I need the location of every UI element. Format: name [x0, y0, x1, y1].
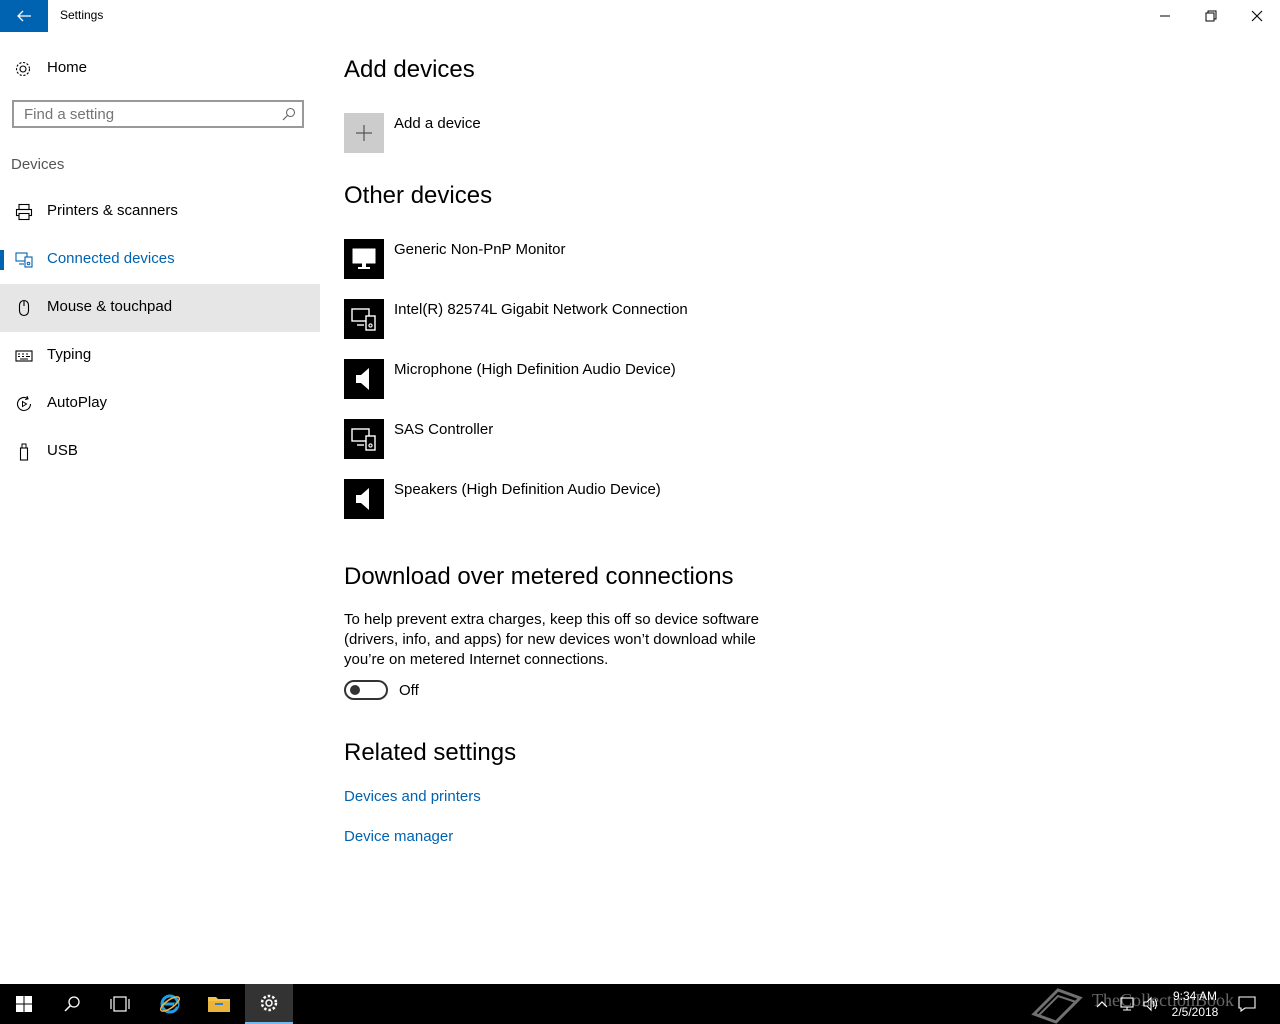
internet-explorer-button[interactable]: [146, 984, 194, 1024]
metered-description: To help prevent extra charges, keep this…: [344, 611, 759, 668]
back-button[interactable]: [0, 0, 48, 32]
usb-icon: [19, 443, 29, 461]
sidebar-item-connected-devices[interactable]: Connected devices: [0, 236, 320, 284]
windows-icon: [16, 996, 32, 1012]
mouse-icon: [18, 299, 30, 317]
gear-icon: [260, 994, 278, 1012]
device-item[interactable]: Intel(R) 82574L Gigabit Network Connecti…: [344, 299, 944, 339]
search-taskbar-button[interactable]: [48, 984, 96, 1024]
metered-toggle[interactable]: [344, 680, 388, 700]
add-devices-heading: Add devices: [344, 56, 475, 83]
device-tile: [344, 479, 384, 519]
minimize-button[interactable]: [1142, 0, 1188, 32]
task-view-button[interactable]: [96, 984, 144, 1024]
device-item[interactable]: Generic Non-PnP Monitor: [344, 239, 944, 279]
taskbar: TheCollectionBook 9:34 AM 2/5/2018: [0, 984, 1280, 1024]
search-icon[interactable]: [282, 107, 296, 121]
restore-button[interactable]: [1188, 0, 1234, 32]
title-bar: Settings: [0, 0, 1280, 32]
window-title: Settings: [60, 8, 104, 22]
add-device-button[interactable]: [344, 113, 384, 153]
section-label: Devices: [11, 156, 65, 173]
restore-icon: [1205, 10, 1217, 22]
selection-indicator: [0, 250, 4, 270]
printer-icon: [15, 203, 33, 221]
gear-icon: [15, 61, 31, 77]
sidebar-item-autoplay[interactable]: AutoPlay: [0, 380, 320, 428]
home-label: Home: [47, 59, 88, 76]
sidebar-item-usb[interactable]: USB: [0, 428, 320, 476]
device-name: Intel(R) 82574L Gigabit Network Connecti…: [394, 301, 688, 318]
clock-date: 2/5/2018: [1171, 1005, 1219, 1019]
volume-tray-button[interactable]: [1140, 984, 1162, 1024]
device-tile: [344, 239, 384, 279]
sidebar: Home Devices Printers & scanners Connect…: [0, 32, 320, 984]
device-tile: [344, 419, 384, 459]
add-device-label[interactable]: Add a device: [394, 115, 481, 132]
sidebar-item-printers-scanners[interactable]: Printers & scanners: [0, 188, 320, 236]
device-name: Speakers (High Definition Audio Device): [394, 481, 661, 498]
file-explorer-button[interactable]: [195, 984, 243, 1024]
search-box[interactable]: [12, 100, 304, 128]
clock[interactable]: 9:34 AM 2/5/2018: [1160, 988, 1230, 1020]
sidebar-item-typing[interactable]: Typing: [0, 332, 320, 380]
sidebar-item-label: AutoPlay: [47, 394, 108, 411]
search-icon: [64, 996, 80, 1012]
minimize-icon: [1160, 15, 1170, 17]
device-item[interactable]: Speakers (High Definition Audio Device): [344, 479, 944, 519]
toggle-state-label: Off: [399, 682, 419, 699]
search-input[interactable]: [14, 102, 284, 126]
sidebar-item-label: Mouse & touchpad: [47, 298, 173, 315]
device-name: SAS Controller: [394, 421, 494, 438]
internet-explorer-icon: [159, 994, 181, 1014]
home-nav-item[interactable]: Home: [0, 52, 320, 84]
keyboard-icon: [15, 350, 33, 362]
sidebar-item-mouse-touchpad[interactable]: Mouse & touchpad: [0, 284, 320, 332]
close-button[interactable]: [1234, 0, 1280, 32]
task-view-icon: [110, 996, 130, 1012]
action-center-button[interactable]: [1234, 984, 1260, 1024]
other-devices-heading: Other devices: [344, 182, 493, 209]
sidebar-item-label: Typing: [47, 346, 92, 363]
device-tile: [344, 299, 384, 339]
sidebar-item-label: USB: [47, 442, 78, 459]
start-button[interactable]: [0, 984, 48, 1024]
settings-taskbar-button[interactable]: [245, 984, 293, 1024]
plus-icon: [356, 125, 372, 141]
device-tile: [344, 359, 384, 399]
devices-and-printers-link[interactable]: Devices and printers: [344, 788, 481, 805]
related-settings-heading: Related settings: [344, 739, 517, 766]
network-icon: [1120, 997, 1134, 1011]
connected-devices-icon: [15, 252, 33, 268]
sidebar-item-label: Connected devices: [47, 250, 175, 267]
monitor-icon: [352, 248, 376, 269]
devices-icon: [351, 428, 376, 451]
back-arrow-icon: [17, 10, 31, 22]
volume-icon: [1143, 996, 1158, 1012]
notification-icon: [1238, 996, 1256, 1012]
close-icon: [1251, 10, 1263, 22]
network-tray-button[interactable]: [1116, 984, 1138, 1024]
device-item[interactable]: SAS Controller: [344, 419, 944, 459]
show-hidden-icons-button[interactable]: [1092, 984, 1112, 1024]
autoplay-icon: [16, 395, 32, 412]
device-item[interactable]: Microphone (High Definition Audio Device…: [344, 359, 944, 399]
chevron-up-icon: [1096, 1001, 1108, 1008]
clock-time: 9:34 AM: [1172, 989, 1218, 1003]
book-logo-icon: [1031, 988, 1083, 1024]
devices-icon: [351, 308, 376, 331]
speaker-icon: [356, 488, 369, 510]
speaker-icon: [356, 368, 369, 390]
device-name: Microphone (High Definition Audio Device…: [394, 361, 676, 378]
sidebar-item-label: Printers & scanners: [47, 202, 178, 219]
folder-icon: [208, 997, 230, 1012]
toggle-knob: [350, 685, 360, 695]
metered-heading: Download over metered connections: [344, 563, 734, 590]
device-name: Generic Non-PnP Monitor: [394, 241, 566, 258]
device-manager-link[interactable]: Device manager: [344, 828, 453, 845]
